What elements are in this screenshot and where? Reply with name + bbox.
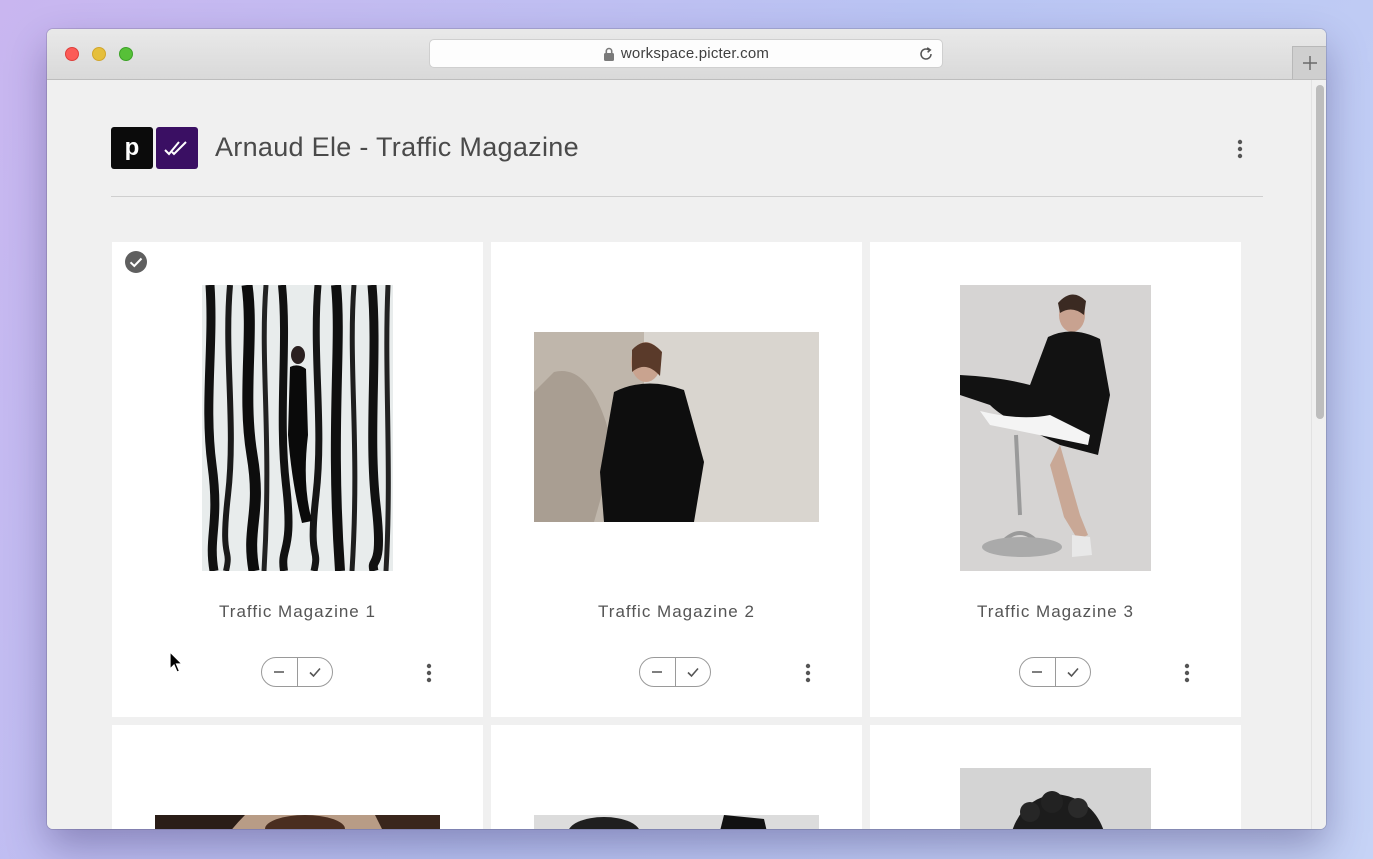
thumbnail-image[interactable] [155, 815, 440, 829]
check-icon [309, 667, 321, 678]
image-card[interactable] [870, 725, 1241, 829]
review-toggle[interactable] [1019, 657, 1091, 687]
approve-button[interactable] [296, 658, 333, 686]
card-title: Traffic Magazine 3 [977, 602, 1134, 621]
reject-button[interactable] [262, 658, 297, 686]
kebab-icon[interactable] [424, 662, 434, 684]
plus-icon [1302, 56, 1317, 70]
thumbnail-image[interactable] [960, 768, 1151, 829]
image-card[interactable]: Traffic Magazine 2 [491, 242, 862, 717]
lock-icon [603, 47, 614, 61]
minus-icon [652, 671, 663, 673]
minimize-window-button[interactable] [92, 47, 106, 61]
image-card[interactable] [491, 725, 862, 829]
image-card[interactable]: Traffic Magazine 3 [870, 242, 1241, 717]
kebab-icon[interactable] [803, 662, 813, 684]
zoom-window-button[interactable] [119, 47, 133, 61]
browser-window: workspace.picter.com p Arnaud Ele - Traf… [47, 29, 1326, 829]
browser-titlebar: workspace.picter.com [47, 29, 1326, 80]
url-text: workspace.picter.com [620, 45, 770, 62]
page-title: Arnaud Ele - Traffic Magazine [215, 132, 579, 162]
card-title: Traffic Magazine 1 [219, 602, 376, 621]
reject-button[interactable] [640, 658, 675, 686]
review-toggle[interactable] [261, 657, 333, 687]
reject-button[interactable] [1020, 658, 1055, 686]
scrollbar-thumb[interactable] [1316, 85, 1324, 419]
logo-letter: p [124, 134, 140, 161]
image-card[interactable]: Traffic Magazine 1 [112, 242, 483, 717]
header-divider [111, 196, 1263, 197]
new-tab-button[interactable] [1292, 46, 1326, 79]
selected-check-icon[interactable] [124, 250, 148, 274]
page-content: p Arnaud Ele - Traffic Magazine Traffic … [47, 80, 1311, 829]
thumbnail-image[interactable] [534, 332, 819, 522]
image-card[interactable] [112, 725, 483, 829]
picter-logo[interactable]: p [111, 127, 153, 169]
card-title: Traffic Magazine 2 [598, 602, 755, 621]
approve-button[interactable] [1054, 658, 1091, 686]
minus-icon [274, 671, 285, 673]
approve-button[interactable] [674, 658, 711, 686]
thumbnail-image[interactable] [534, 815, 819, 829]
reload-icon[interactable] [918, 46, 934, 62]
kebab-icon[interactable] [1182, 662, 1192, 684]
minus-icon [1032, 671, 1043, 673]
check-icon [1067, 667, 1079, 678]
close-window-button[interactable] [65, 47, 79, 61]
kebab-icon[interactable] [1235, 138, 1245, 160]
address-bar[interactable]: workspace.picter.com [429, 39, 943, 68]
scrollbar[interactable] [1311, 80, 1326, 829]
thumbnail-image[interactable] [202, 285, 393, 571]
double-check-icon [164, 141, 187, 156]
cursor-icon [169, 651, 184, 673]
review-toggle[interactable] [639, 657, 711, 687]
check-icon [687, 667, 699, 678]
thumbnail-image[interactable] [960, 285, 1151, 571]
review-logo [156, 127, 198, 169]
